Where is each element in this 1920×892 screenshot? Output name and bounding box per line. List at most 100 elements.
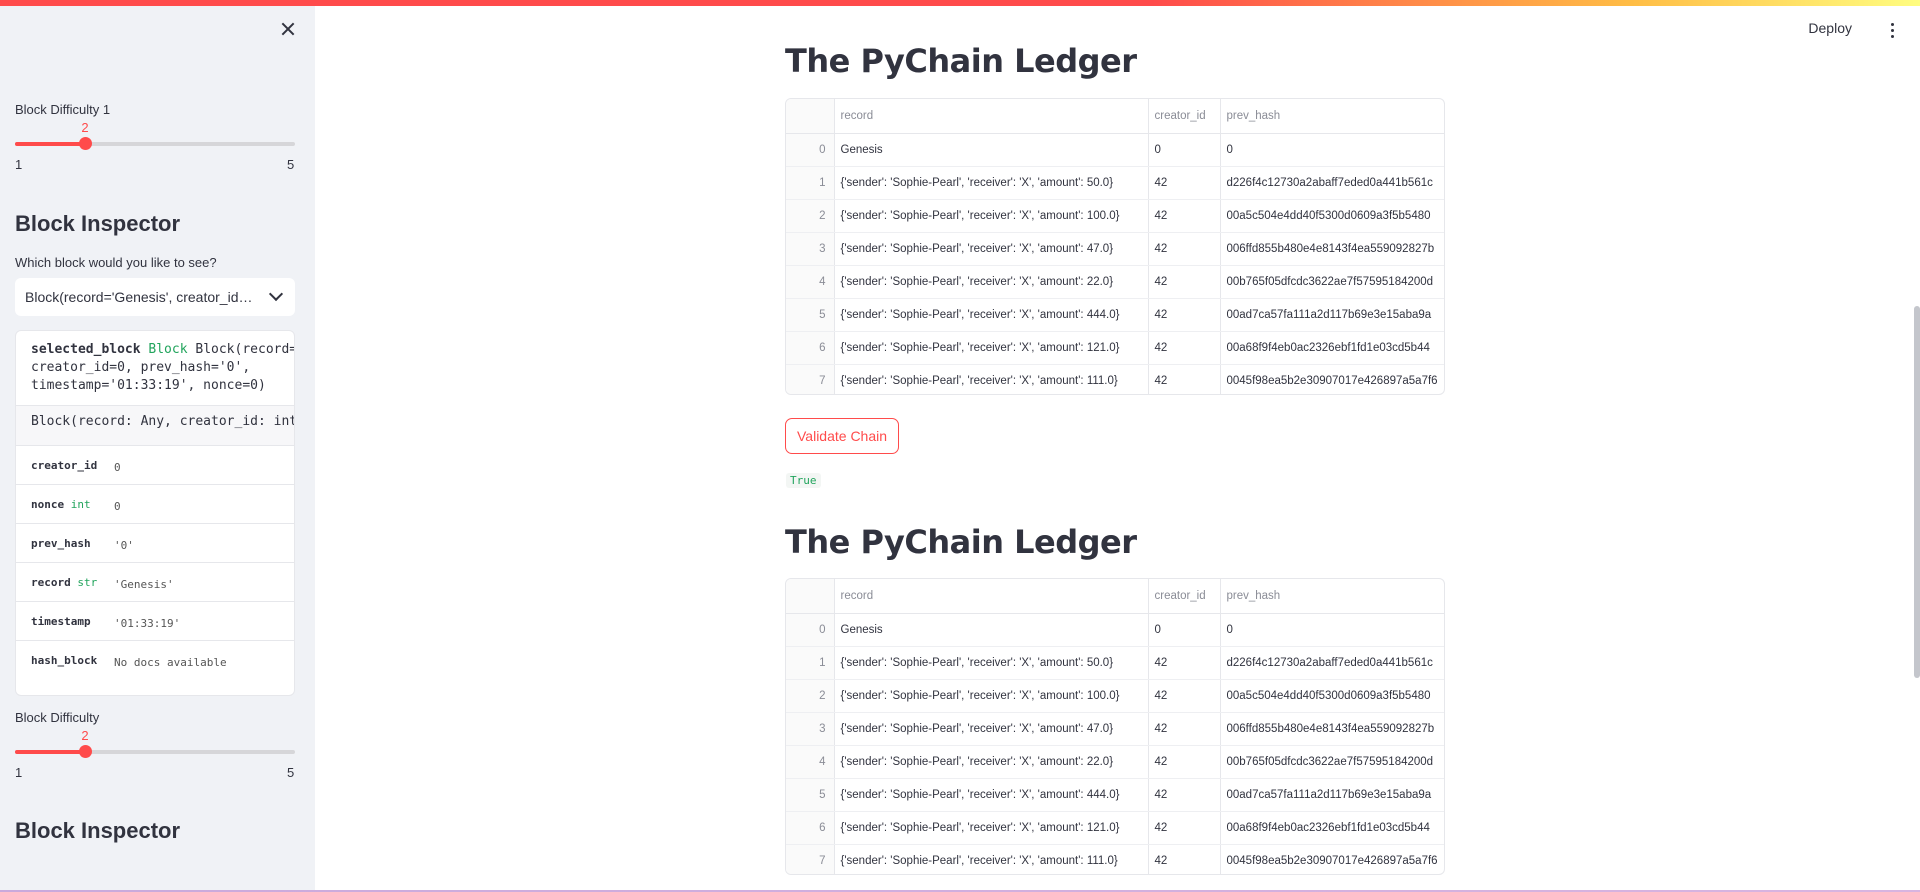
table-cell[interactable]: 42 xyxy=(1148,778,1221,812)
table-cell[interactable]: Genesis xyxy=(834,613,1149,647)
table-row[interactable]: 7 {'sender': 'Sophie-Pearl', 'receiver': … xyxy=(786,844,1444,874)
row-index[interactable]: 4 xyxy=(786,265,835,299)
table-row[interactable]: 7 {'sender': 'Sophie-Pearl', 'receiver': … xyxy=(786,364,1444,394)
table-cell[interactable]: 0045f98ea5b2e30907017e426897a5a7f6 xyxy=(1220,844,1444,874)
index-header[interactable] xyxy=(786,99,835,134)
table-cell[interactable]: 006ffd855b480e4e8143f4ea559092827b xyxy=(1220,712,1444,746)
validate-chain-button[interactable]: Validate Chain xyxy=(785,418,900,454)
block-select[interactable]: Block(record='Genesis', creator_id=0, pr… xyxy=(15,278,295,316)
deploy-button[interactable]: Deploy xyxy=(1808,20,1852,36)
table-cell[interactable]: d226f4c12730a2abaff7eded0a441b561c xyxy=(1220,646,1444,680)
table-cell[interactable]: {'sender': 'Sophie-Pearl', 'receiver': '… xyxy=(834,166,1149,200)
table-cell[interactable]: {'sender': 'Sophie-Pearl', 'receiver': '… xyxy=(834,364,1149,394)
row-index[interactable]: 3 xyxy=(786,232,835,266)
table-row[interactable]: 5 {'sender': 'Sophie-Pearl', 'receiver': … xyxy=(786,778,1444,812)
table-cell[interactable]: 00a68f9f4eb0ac2326ebf1fd1e03cd5b44 xyxy=(1220,811,1444,845)
row-index[interactable]: 6 xyxy=(786,811,835,845)
table-cell[interactable]: {'sender': 'Sophie-Pearl', 'receiver': '… xyxy=(834,712,1149,746)
table-cell[interactable]: 00b765f05dfcdc3622ae7f57595184200d xyxy=(1220,745,1444,779)
table-row[interactable]: 6 {'sender': 'Sophie-Pearl', 'receiver': … xyxy=(786,331,1444,365)
table-cell[interactable]: d226f4c12730a2abaff7eded0a441b561c xyxy=(1220,166,1444,200)
table-cell[interactable]: {'sender': 'Sophie-Pearl', 'receiver': '… xyxy=(834,331,1149,365)
scrollbar[interactable] xyxy=(1914,306,1920,678)
column-header-record[interactable]: record xyxy=(834,579,1149,614)
table-cell[interactable]: 42 xyxy=(1148,811,1221,845)
column-header-creator-id[interactable]: creator_id xyxy=(1148,99,1221,134)
difficulty-slider[interactable] xyxy=(15,137,295,150)
table-cell[interactable]: 0045f98ea5b2e30907017e426897a5a7f6 xyxy=(1220,364,1444,394)
column-header-prev-hash[interactable]: prev_hash xyxy=(1220,579,1444,614)
row-index[interactable]: 5 xyxy=(786,298,835,332)
table-cell[interactable]: 42 xyxy=(1148,679,1221,713)
table-cell[interactable]: {'sender': 'Sophie-Pearl', 'receiver': '… xyxy=(834,778,1149,812)
table-cell[interactable]: 0 xyxy=(1148,133,1221,167)
row-index[interactable]: 0 xyxy=(786,613,835,647)
table-cell[interactable]: 00a5c504e4dd40f5300d0609a3f5b5480 xyxy=(1220,199,1444,233)
row-index[interactable]: 1 xyxy=(786,646,835,680)
row-index[interactable]: 4 xyxy=(786,745,835,779)
table-cell[interactable]: {'sender': 'Sophie-Pearl', 'receiver': '… xyxy=(834,298,1149,332)
main-menu-icon[interactable] xyxy=(1882,20,1902,40)
table-cell[interactable]: 42 xyxy=(1148,646,1221,680)
ledger-table[interactable]: record creator_id prev_hash 0 Genesis 0 0 1 {'se… xyxy=(785,98,1445,395)
table-cell[interactable]: 0 xyxy=(1220,133,1444,167)
ledger-table-2[interactable]: record creator_id prev_hash 0 Genesis 0 0 1 {'se… xyxy=(785,578,1445,875)
table-cell[interactable]: 00a5c504e4dd40f5300d0609a3f5b5480 xyxy=(1220,679,1444,713)
table-cell[interactable]: 42 xyxy=(1148,232,1221,266)
table-cell[interactable]: 00ad7ca57fa111a2d117b69e3e15aba9a xyxy=(1220,298,1444,332)
table-row[interactable]: 3 {'sender': 'Sophie-Pearl', 'receiver': … xyxy=(786,712,1444,746)
table-cell[interactable]: 42 xyxy=(1148,298,1221,332)
row-index[interactable]: 5 xyxy=(786,778,835,812)
row-index[interactable]: 1 xyxy=(786,166,835,200)
table-cell[interactable]: {'sender': 'Sophie-Pearl', 'receiver': '… xyxy=(834,844,1149,874)
table-cell[interactable]: {'sender': 'Sophie-Pearl', 'receiver': '… xyxy=(834,679,1149,713)
table-cell[interactable]: {'sender': 'Sophie-Pearl', 'receiver': '… xyxy=(834,745,1149,779)
table-row[interactable]: 6 {'sender': 'Sophie-Pearl', 'receiver': … xyxy=(786,811,1444,845)
row-index[interactable]: 0 xyxy=(786,133,835,167)
table-cell[interactable]: 00ad7ca57fa111a2d117b69e3e15aba9a xyxy=(1220,778,1444,812)
close-icon[interactable] xyxy=(279,20,297,38)
table-cell[interactable]: 42 xyxy=(1148,364,1221,394)
table-cell[interactable]: 00b765f05dfcdc3622ae7f57595184200d xyxy=(1220,265,1444,299)
table-row[interactable]: 3 {'sender': 'Sophie-Pearl', 'receiver': … xyxy=(786,232,1444,266)
table-cell[interactable]: {'sender': 'Sophie-Pearl', 'receiver': '… xyxy=(834,232,1149,266)
table-cell[interactable]: 42 xyxy=(1148,166,1221,200)
table-cell[interactable]: 42 xyxy=(1148,745,1221,779)
table-row[interactable]: 5 {'sender': 'Sophie-Pearl', 'receiver': … xyxy=(786,298,1444,332)
difficulty-slider-2[interactable] xyxy=(15,745,295,758)
table-row[interactable]: 0 Genesis 0 0 xyxy=(786,613,1444,647)
table-row[interactable]: 0 Genesis 0 0 xyxy=(786,133,1444,167)
row-index[interactable]: 6 xyxy=(786,331,835,365)
table-cell[interactable]: 42 xyxy=(1148,844,1221,874)
table-cell[interactable]: 42 xyxy=(1148,712,1221,746)
table-row[interactable]: 2 {'sender': 'Sophie-Pearl', 'receiver': … xyxy=(786,199,1444,233)
table-cell[interactable]: {'sender': 'Sophie-Pearl', 'receiver': '… xyxy=(834,646,1149,680)
table-cell[interactable]: 42 xyxy=(1148,265,1221,299)
table-cell[interactable]: 42 xyxy=(1148,199,1221,233)
row-index[interactable]: 7 xyxy=(786,844,835,874)
table-cell[interactable]: {'sender': 'Sophie-Pearl', 'receiver': '… xyxy=(834,811,1149,845)
column-header-prev-hash[interactable]: prev_hash xyxy=(1220,99,1444,134)
table-row[interactable]: 4 {'sender': 'Sophie-Pearl', 'receiver': … xyxy=(786,265,1444,299)
slider-thumb[interactable] xyxy=(79,745,92,758)
table-cell[interactable]: {'sender': 'Sophie-Pearl', 'receiver': '… xyxy=(834,265,1149,299)
column-header-creator-id[interactable]: creator_id xyxy=(1148,579,1221,614)
table-cell[interactable]: 42 xyxy=(1148,331,1221,365)
row-index[interactable]: 7 xyxy=(786,364,835,394)
table-row[interactable]: 2 {'sender': 'Sophie-Pearl', 'receiver': … xyxy=(786,679,1444,713)
table-row[interactable]: 1 {'sender': 'Sophie-Pearl', 'receiver': … xyxy=(786,166,1444,200)
table-row[interactable]: 4 {'sender': 'Sophie-Pearl', 'receiver': … xyxy=(786,745,1444,779)
table-cell[interactable]: 0 xyxy=(1220,613,1444,647)
table-cell[interactable]: {'sender': 'Sophie-Pearl', 'receiver': '… xyxy=(834,199,1149,233)
index-header[interactable] xyxy=(786,579,835,614)
table-cell[interactable]: 00a68f9f4eb0ac2326ebf1fd1e03cd5b44 xyxy=(1220,331,1444,365)
row-index[interactable]: 2 xyxy=(786,679,835,713)
table-cell[interactable]: Genesis xyxy=(834,133,1149,167)
table-row[interactable]: 1 {'sender': 'Sophie-Pearl', 'receiver': … xyxy=(786,646,1444,680)
slider-thumb[interactable] xyxy=(79,137,92,150)
table-cell[interactable]: 006ffd855b480e4e8143f4ea559092827b xyxy=(1220,232,1444,266)
table-cell[interactable]: 0 xyxy=(1148,613,1221,647)
column-header-record[interactable]: record xyxy=(834,99,1149,134)
row-index[interactable]: 3 xyxy=(786,712,835,746)
row-index[interactable]: 2 xyxy=(786,199,835,233)
